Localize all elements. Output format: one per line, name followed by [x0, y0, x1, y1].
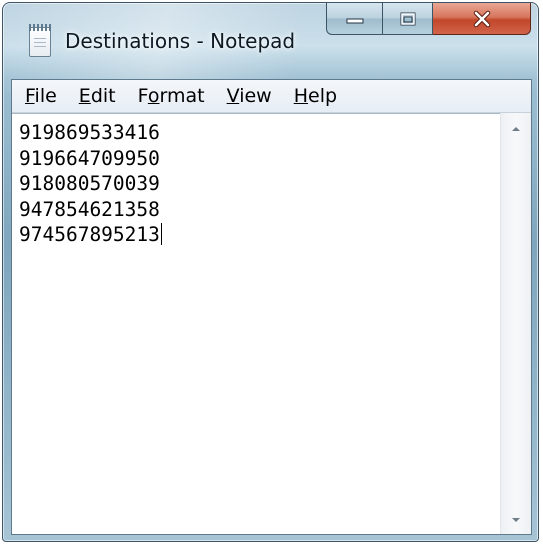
- menu-file[interactable]: File: [25, 85, 57, 107]
- editor-line: 919664709950: [19, 146, 160, 170]
- text-editor[interactable]: 919869533416 919664709950 918080570039 9478…: [12, 113, 501, 534]
- close-button[interactable]: [433, 3, 531, 35]
- editor-text-content[interactable]: 919869533416 919664709950 918080570039 9478…: [19, 120, 162, 248]
- scroll-down-arrow-icon[interactable]: [510, 515, 522, 525]
- vertical-scrollbar[interactable]: [500, 113, 531, 534]
- minimize-button[interactable]: [326, 3, 383, 35]
- editor-line: 918080570039: [19, 172, 160, 195]
- window-title: Destinations - Notepad: [65, 29, 296, 53]
- notepad-window: Destinations - Notepad File Edit Format …: [2, 2, 539, 542]
- scroll-up-arrow-icon[interactable]: [510, 124, 522, 134]
- minimize-icon: [346, 18, 363, 23]
- editor-line-last: 974567895213: [19, 222, 162, 248]
- maximize-button[interactable]: [383, 3, 433, 35]
- notepad-app-icon[interactable]: [29, 24, 51, 57]
- menu-bar: File Edit Format View Help: [12, 80, 531, 113]
- editor-line: 919869533416: [19, 121, 160, 144]
- notepad-client-area: File Edit Format View Help 919869533416 9…: [11, 79, 532, 535]
- editor-line: 974567895213: [19, 223, 160, 246]
- title-bar[interactable]: Destinations - Notepad: [3, 3, 538, 79]
- text-caret: [160, 223, 162, 245]
- close-icon: [473, 10, 490, 27]
- menu-help[interactable]: Help: [294, 85, 337, 107]
- maximize-icon: [400, 12, 415, 25]
- menu-edit[interactable]: Edit: [79, 85, 116, 107]
- menu-format[interactable]: Format: [138, 85, 205, 107]
- editor-line: 947854621358: [19, 197, 160, 221]
- caption-buttons: [326, 3, 531, 35]
- menu-view[interactable]: View: [227, 85, 272, 107]
